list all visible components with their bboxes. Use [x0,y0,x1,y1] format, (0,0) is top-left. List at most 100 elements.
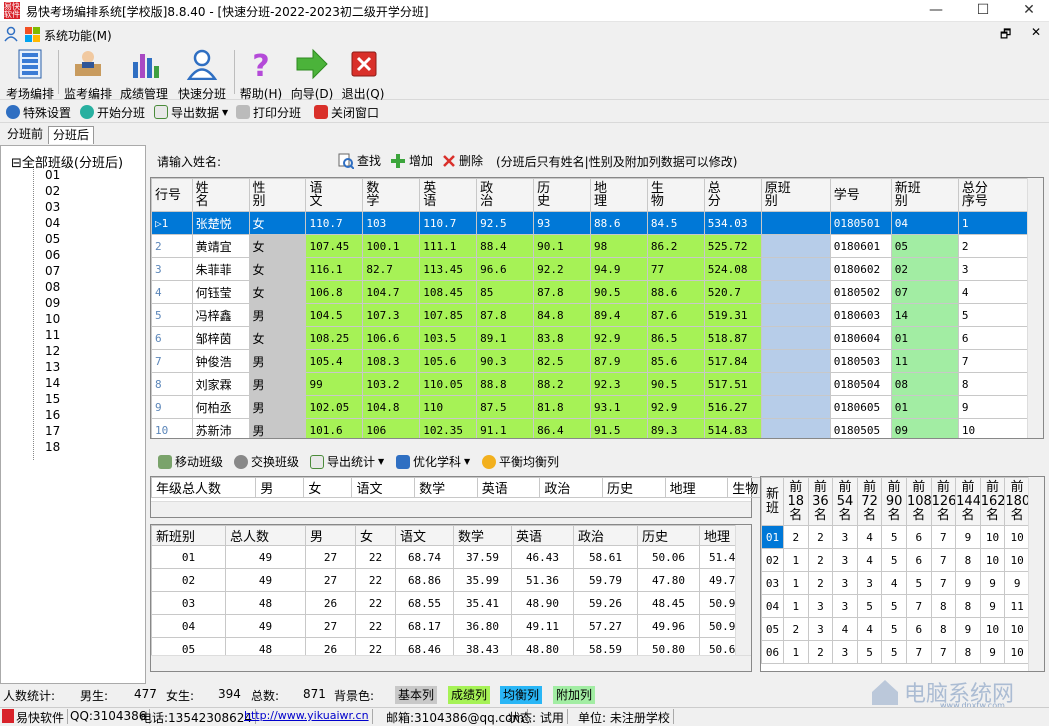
table-cell[interactable]: 517.84 [703,349,762,373]
table-cell[interactable]: 104.5 [305,303,364,327]
tree-item[interactable]: 17 [45,424,60,438]
table-cell[interactable]: 113.45 [419,257,478,281]
invigilator-button[interactable]: 监考编排 [62,48,114,101]
table-cell[interactable]: 2 [783,617,809,641]
vertical-scrollbar[interactable] [735,525,751,655]
rank-distribution-grid[interactable]: 新 班前 18 名前 36 名前 54 名前 72 名前 90 名前 108 名… [760,476,1045,672]
table-row[interactable]: 02 49 27 22 68.86 35.99 51.36 59.79 47.80 49.75 [151,568,751,592]
table-cell[interactable]: 50.06 [637,545,700,569]
table-cell[interactable]: 68.55 [395,591,454,615]
table-row[interactable]: 04 1 3 3 5 5 7 8 8 9 11 [761,594,1030,618]
swap-class-button[interactable]: 交换班级 [234,453,299,470]
table-cell[interactable]: 09 [890,418,959,438]
table-cell[interactable]: 48.90 [511,591,574,615]
tree-item[interactable]: 02 [45,184,60,198]
horizontal-scrollbar[interactable] [151,501,751,517]
table-cell[interactable]: 4 [957,280,1029,304]
table-cell[interactable]: 5 [881,594,907,618]
table-cell[interactable]: 男 [248,395,307,419]
table-cell[interactable]: 07 [890,280,959,304]
table-cell[interactable]: 10 [979,548,1006,572]
class-stats-header[interactable]: 新班别 [151,525,226,546]
table-cell[interactable]: 85.6 [646,349,705,373]
table-cell[interactable]: 87.8 [476,303,535,327]
table-cell[interactable]: 110.7 [419,211,478,235]
table-cell[interactable]: 5 [881,548,907,572]
table-cell[interactable]: 86.5 [646,326,705,350]
tree-item[interactable]: 08 [45,280,60,294]
vertical-scrollbar[interactable] [1027,178,1043,438]
table-cell[interactable]: 7 [930,525,957,549]
table-row[interactable]: 4 何钰莹 女 106.8 104.7 108.45 85 87.8 90.5 88.6 520.7… [151,280,1029,304]
close-child-button[interactable]: ✕ [1031,25,1041,39]
table-cell[interactable]: 104.8 [362,395,421,419]
table-cell[interactable]: 3 [832,594,858,618]
table-cell[interactable]: 22 [355,591,396,615]
table-cell[interactable]: 0180503 [829,349,892,373]
table-cell[interactable]: 105.4 [305,349,364,373]
tree-item[interactable]: 06 [45,248,60,262]
table-row[interactable]: 9 何柏丞 男 102.05 104.8 110 87.5 81.8 93.1 92.9 516.2… [151,395,1029,419]
tree-item[interactable]: 18 [45,440,60,454]
table-cell[interactable] [760,303,831,327]
table-cell[interactable]: 11 [1004,594,1030,618]
table-cell[interactable]: 7 [930,571,957,595]
vertical-scrollbar[interactable] [1028,477,1044,671]
column-header[interactable]: 行号 [151,178,193,212]
table-cell[interactable]: 106 [362,418,421,438]
rank-header[interactable]: 前 180 名 [1004,477,1030,526]
table-row[interactable]: 06 1 2 3 5 5 7 7 8 9 10 [761,640,1030,664]
tree-root[interactable]: ⊟全部班级(分班后) [11,152,123,171]
table-cell[interactable]: 88.6 [646,280,705,304]
table-cell[interactable]: 邹梓茵 [191,326,250,350]
table-cell[interactable]: 女 [248,257,307,281]
table-cell[interactable]: 4 [856,617,883,641]
table-cell[interactable]: 48 [225,591,306,615]
table-cell[interactable]: 520.7 [703,280,762,304]
tree-item[interactable]: 03 [45,200,60,214]
table-cell[interactable]: 9 [979,594,1006,618]
table-cell[interactable]: 84.8 [533,303,591,327]
table-cell[interactable]: 36.80 [453,614,512,638]
table-cell[interactable] [760,234,831,258]
rank-header[interactable]: 前 54 名 [832,477,858,526]
table-cell[interactable]: 女 [248,280,307,304]
tree-item[interactable]: 14 [45,376,60,390]
table-cell[interactable]: 04 [761,594,784,618]
delete-button[interactable]: 删除 [442,152,483,169]
table-cell[interactable]: 5 [151,303,193,327]
student-grid[interactable]: 行号 姓名 性别 语文 数学 英语 政治 历史 地理 生物 总分 原班别 学号 新班别 总分序号 ▷1 张楚悦… [150,177,1044,439]
table-row[interactable]: 7 钟俊浩 男 105.4 108.3 105.6 90.3 82.5 87.9 85.6 517.… [151,349,1029,373]
close-button[interactable]: ✕ [1006,0,1049,22]
score-management-button[interactable]: 成绩管理 [118,48,170,101]
collapse-icon[interactable]: ⊟ [11,156,22,171]
table-cell[interactable]: 3 [151,257,193,281]
table-cell[interactable]: 88.6 [589,211,648,235]
table-cell[interactable]: 87.6 [646,303,705,327]
exam-room-button[interactable]: 考场编排 [4,48,56,101]
export-data-button[interactable]: 导出数据 ▼ [154,104,228,120]
table-cell[interactable]: 103.5 [419,326,478,350]
table-cell[interactable]: 3 [832,640,858,664]
table-cell[interactable]: 68.17 [395,614,454,638]
table-cell[interactable]: 9 [955,525,981,549]
special-settings-button[interactable]: 特殊设置 [6,104,71,120]
table-cell[interactable]: 8 [930,617,957,641]
table-cell[interactable]: 107.45 [305,234,364,258]
rank-header[interactable]: 前 162 名 [979,477,1006,526]
class-stats-header[interactable]: 英语 [511,525,574,546]
table-cell[interactable]: 苏新沛 [191,418,250,438]
rank-header[interactable]: 前 90 名 [881,477,907,526]
table-cell[interactable]: 82.7 [362,257,421,281]
table-cell[interactable]: 2 [807,571,834,595]
table-cell[interactable]: 8 [957,372,1029,396]
table-cell[interactable]: 57.27 [573,614,638,638]
table-cell[interactable]: 2 [807,548,834,572]
table-cell[interactable]: 女 [248,234,307,258]
table-cell[interactable]: 22 [355,614,396,638]
table-cell[interactable]: 0180604 [829,326,892,350]
table-cell[interactable]: 35.41 [453,591,512,615]
table-cell[interactable]: 102.05 [305,395,364,419]
table-cell[interactable]: 98 [589,234,648,258]
add-button[interactable]: 增加 [390,152,433,169]
